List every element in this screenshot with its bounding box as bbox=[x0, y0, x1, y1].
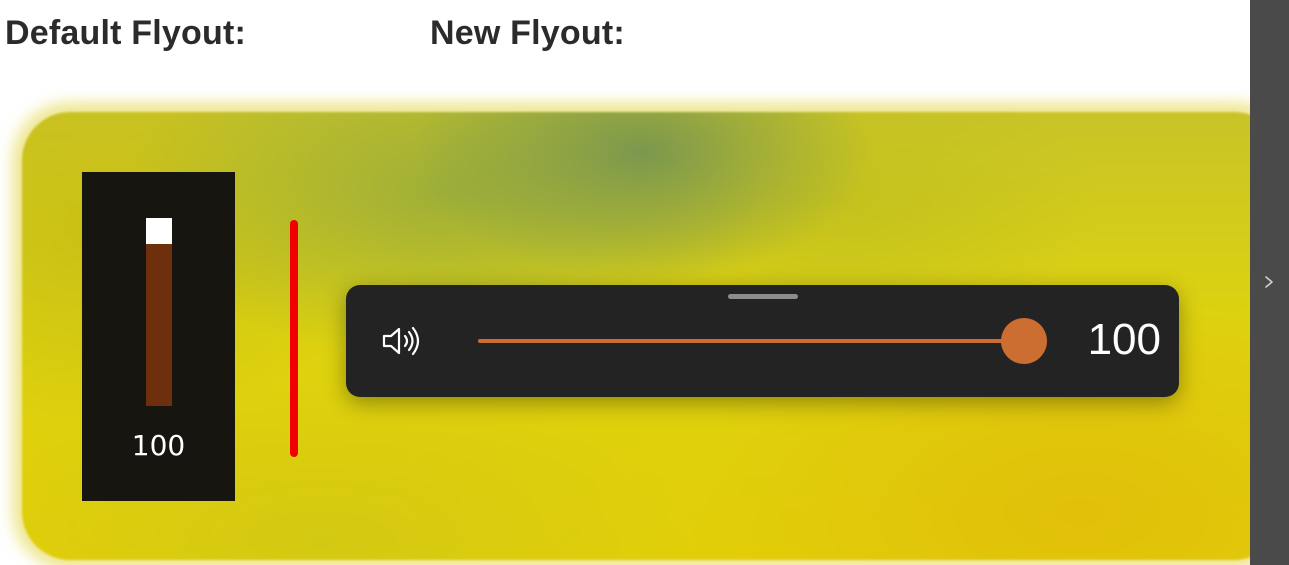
default-volume-thumb[interactable] bbox=[146, 218, 172, 244]
default-flyout-heading: Default Flyout: bbox=[5, 14, 246, 52]
new-volume-slider-track[interactable] bbox=[478, 339, 1023, 343]
new-flyout-heading: New Flyout: bbox=[430, 14, 625, 52]
new-volume-value: 100 bbox=[1087, 315, 1161, 364]
default-volume-flyout: 100 bbox=[82, 172, 235, 501]
chevron-right-icon[interactable] bbox=[1262, 270, 1276, 294]
new-volume-flyout: 100 bbox=[346, 285, 1179, 397]
default-volume-value: 100 bbox=[131, 429, 186, 462]
speaker-volume-icon[interactable] bbox=[380, 321, 424, 361]
default-volume-track[interactable] bbox=[146, 218, 172, 406]
side-panel-strip bbox=[1250, 0, 1289, 565]
new-volume-slider-thumb[interactable] bbox=[1001, 318, 1047, 364]
comparison-page: Default Flyout: New Flyout: 100 100 bbox=[0, 0, 1289, 565]
flyout-grab-handle[interactable] bbox=[728, 294, 798, 299]
red-divider-line bbox=[290, 220, 298, 457]
